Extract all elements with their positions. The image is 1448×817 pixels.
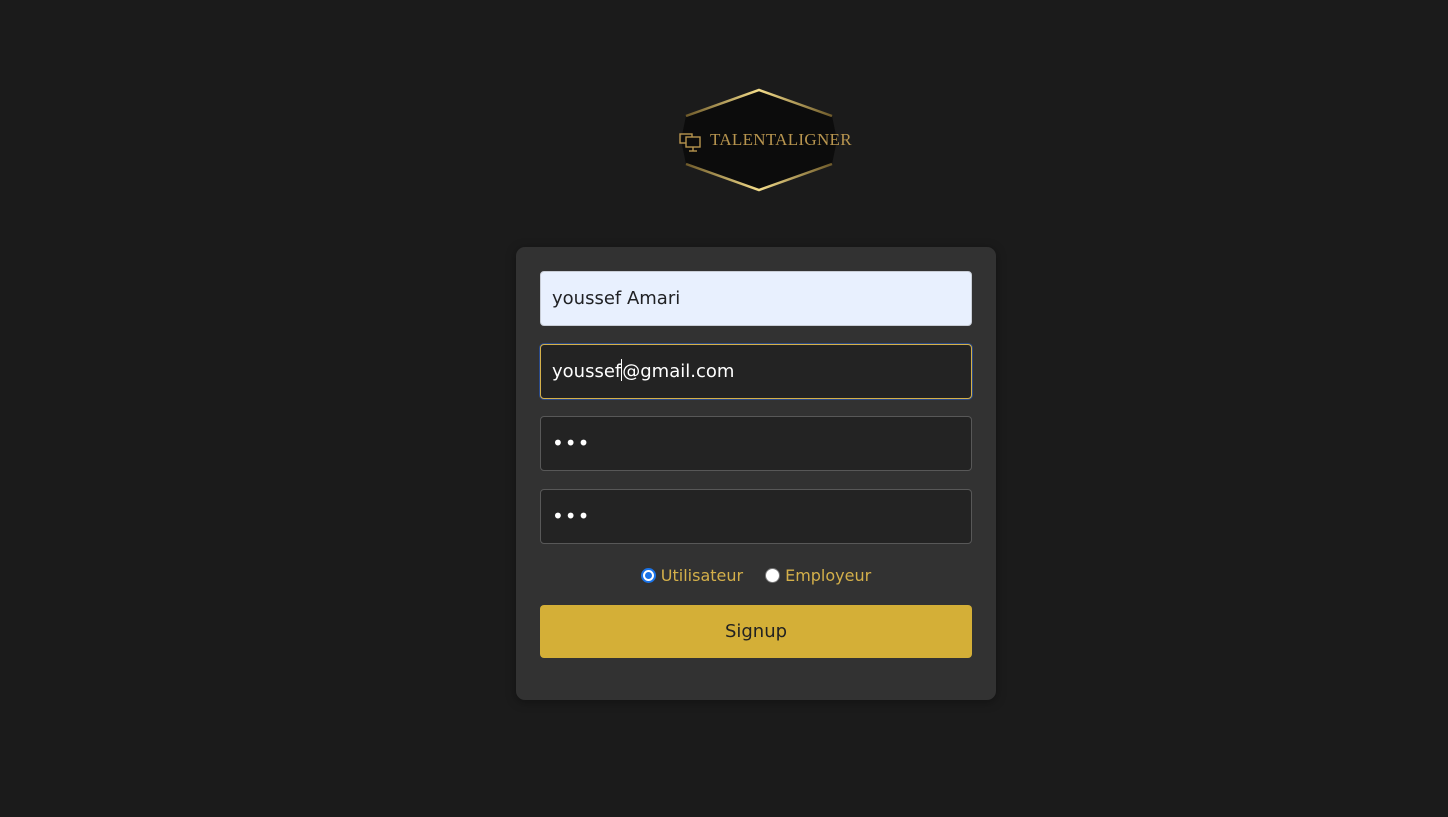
logo-text: TALENTALIGNER bbox=[710, 130, 852, 149]
role-option-utilisateur[interactable]: Utilisateur bbox=[640, 565, 744, 585]
password-mask: ••• bbox=[552, 431, 591, 455]
brand-logo: TALENTALIGNER bbox=[674, 86, 852, 194]
email-input[interactable]: youssef@gmail.com bbox=[540, 344, 972, 399]
password-input[interactable]: ••• bbox=[540, 416, 972, 471]
role-option-employeur[interactable]: Employeur bbox=[765, 566, 871, 585]
confirm-password-mask: ••• bbox=[552, 504, 591, 528]
email-input-value-end: @gmail.com bbox=[622, 361, 735, 382]
role-selector: Utilisateur Employeur bbox=[516, 563, 996, 587]
role-label-utilisateur: Utilisateur bbox=[660, 565, 744, 585]
monitors-icon bbox=[679, 133, 701, 152]
confirm-password-input[interactable]: ••• bbox=[540, 489, 972, 544]
role-label-employeur: Employeur bbox=[785, 565, 872, 585]
name-input[interactable]: youssef Amari bbox=[540, 271, 972, 326]
role-radio-utilisateur[interactable] bbox=[640, 567, 656, 583]
email-input-value-start: youssef bbox=[552, 361, 622, 382]
signup-card: youssef Amari youssef@gmail.com ••• ••• … bbox=[516, 247, 996, 700]
role-radio-employeur[interactable] bbox=[765, 567, 781, 583]
signup-button[interactable]: Signup bbox=[540, 605, 972, 658]
name-input-value: youssef Amari bbox=[552, 288, 681, 309]
